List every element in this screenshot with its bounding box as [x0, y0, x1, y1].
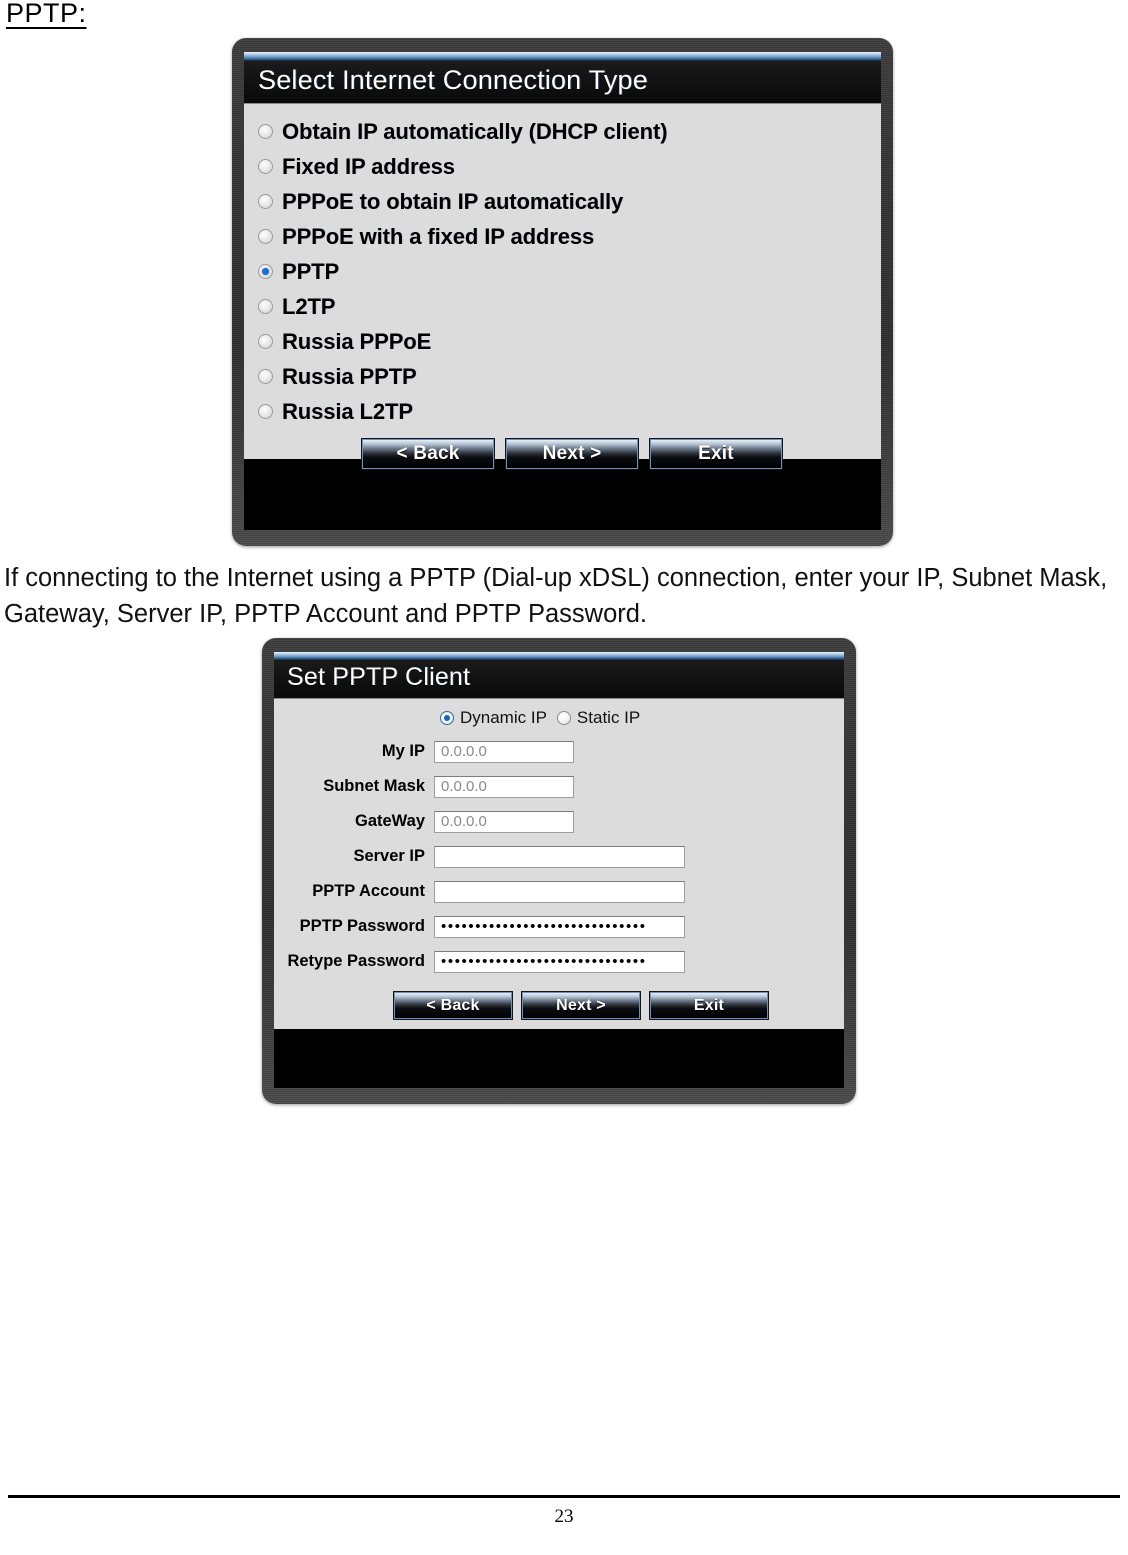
- form-row-my-ip: My IP 0.0.0.0: [274, 734, 844, 769]
- form-row-server-ip: Server IP: [274, 839, 844, 874]
- radio-option-russia-pppoe[interactable]: Russia PPPoE: [258, 324, 881, 359]
- server-ip-label: Server IP: [353, 847, 425, 865]
- form-row-pptp-password: PPTP Password ••••••••••••••••••••••••••…: [274, 909, 844, 944]
- form-row-subnet-mask: Subnet Mask 0.0.0.0: [274, 769, 844, 804]
- dialog-screen: Select Internet Connection Type Obtain I…: [244, 52, 881, 530]
- dialog-title: Set PPTP Client: [287, 663, 471, 691]
- radio-label: L2TP: [282, 293, 336, 319]
- radio-icon[interactable]: [556, 711, 571, 725]
- radio-option-pppoe-auto[interactable]: PPPoE to obtain IP automatically: [258, 184, 881, 219]
- retype-password-label: Retype Password: [287, 952, 425, 970]
- radio-label: Static IP: [576, 708, 641, 727]
- radio-option-russia-pptp[interactable]: Russia PPTP: [258, 359, 881, 394]
- ip-mode-radio-group: Dynamic IP Static IP: [440, 699, 844, 734]
- next-button[interactable]: Next >: [505, 438, 639, 470]
- radio-label: PPPoE to obtain IP automatically: [282, 188, 624, 214]
- radio-icon-selected[interactable]: [440, 711, 454, 725]
- radio-label: Russia PPPoE: [282, 328, 432, 354]
- radio-option-fixed-ip[interactable]: Fixed IP address: [258, 149, 881, 184]
- radio-label: Russia L2TP: [282, 398, 413, 424]
- dialog-button-row: < Back Next > Exit: [361, 433, 881, 470]
- radio-option-dynamic-ip[interactable]: Dynamic IP: [440, 708, 547, 728]
- footer-divider: [8, 1495, 1120, 1498]
- radio-option-russia-l2tp[interactable]: Russia L2TP: [258, 394, 881, 429]
- radio-icon[interactable]: [258, 124, 273, 139]
- titlebar-accent-strip: [244, 52, 881, 61]
- back-button[interactable]: < Back: [361, 438, 495, 470]
- radio-label: Obtain IP automatically (DHCP client): [282, 118, 668, 144]
- retype-password-input[interactable]: ••••••••••••••••••••••••••••••: [434, 950, 685, 973]
- dialog-select-internet-connection-type: Select Internet Connection Type Obtain I…: [232, 38, 893, 546]
- radio-icon[interactable]: [258, 159, 273, 174]
- gateway-input[interactable]: 0.0.0.0: [434, 810, 574, 833]
- my-ip-label: My IP: [381, 742, 425, 760]
- dialog-titlebar: Select Internet Connection Type: [244, 61, 881, 103]
- radio-option-pppoe-fixed[interactable]: PPPoE with a fixed IP address: [258, 219, 881, 254]
- radio-label: PPTP: [282, 258, 340, 284]
- radio-option-pptp[interactable]: PPTP: [258, 254, 881, 289]
- my-ip-input[interactable]: 0.0.0.0: [434, 740, 574, 763]
- pptp-password-label: PPTP Password: [299, 917, 425, 935]
- radio-icon[interactable]: [258, 299, 273, 314]
- form-row-retype-password: Retype Password ••••••••••••••••••••••••…: [274, 944, 844, 979]
- radio-label: Russia PPTP: [282, 363, 417, 389]
- subnet-mask-input[interactable]: 0.0.0.0: [434, 775, 574, 798]
- radio-icon[interactable]: [258, 369, 273, 384]
- dialog-titlebar: Set PPTP Client: [274, 660, 844, 698]
- pptp-password-input[interactable]: ••••••••••••••••••••••••••••••: [434, 915, 685, 938]
- pptp-form: My IP 0.0.0.0 Subnet Mask 0.0.0.0 GateWa…: [274, 734, 844, 1020]
- dialog-title: Select Internet Connection Type: [258, 65, 648, 95]
- next-button[interactable]: Next >: [521, 991, 641, 1020]
- form-row-gateway: GateWay 0.0.0.0: [274, 804, 844, 839]
- radio-label: PPPoE with a fixed IP address: [282, 223, 595, 249]
- radio-label: Fixed IP address: [282, 153, 455, 179]
- dialog-body: Obtain IP automatically (DHCP client) Fi…: [244, 103, 881, 470]
- server-ip-input[interactable]: [434, 845, 685, 868]
- titlebar-accent-strip: [274, 652, 844, 660]
- subnet-mask-label: Subnet Mask: [323, 777, 425, 795]
- exit-button[interactable]: Exit: [649, 991, 769, 1020]
- pptp-account-input[interactable]: [434, 880, 685, 903]
- radio-icon[interactable]: [258, 334, 273, 349]
- form-row-pptp-account: PPTP Account: [274, 874, 844, 909]
- connection-type-radio-group: Obtain IP automatically (DHCP client) Fi…: [244, 104, 881, 470]
- radio-option-l2tp[interactable]: L2TP: [258, 289, 881, 324]
- radio-icon-selected[interactable]: [258, 264, 273, 279]
- gateway-label: GateWay: [355, 812, 425, 830]
- pptp-account-label: PPTP Account: [312, 882, 425, 900]
- radio-icon[interactable]: [258, 194, 273, 209]
- radio-icon[interactable]: [258, 404, 273, 419]
- page-title: PPTP:: [6, 0, 87, 28]
- back-button[interactable]: < Back: [393, 991, 513, 1020]
- dialog-set-pptp-client: Set PPTP Client Dynamic IP Static IP My …: [262, 638, 856, 1104]
- page-number: 23: [554, 1506, 574, 1527]
- exit-button[interactable]: Exit: [649, 438, 783, 470]
- dialog-button-row: < Back Next > Exit: [393, 986, 844, 1020]
- radio-icon[interactable]: [258, 229, 273, 244]
- radio-option-static-ip[interactable]: Static IP: [556, 708, 641, 728]
- radio-option-dhcp[interactable]: Obtain IP automatically (DHCP client): [258, 114, 881, 149]
- radio-label: Dynamic IP: [460, 708, 547, 727]
- dialog-screen: Set PPTP Client Dynamic IP Static IP My …: [274, 652, 844, 1088]
- body-paragraph: If connecting to the Internet using a PP…: [4, 564, 1108, 628]
- dialog-body: Dynamic IP Static IP My IP 0.0.0.0 Subne…: [274, 698, 844, 1029]
